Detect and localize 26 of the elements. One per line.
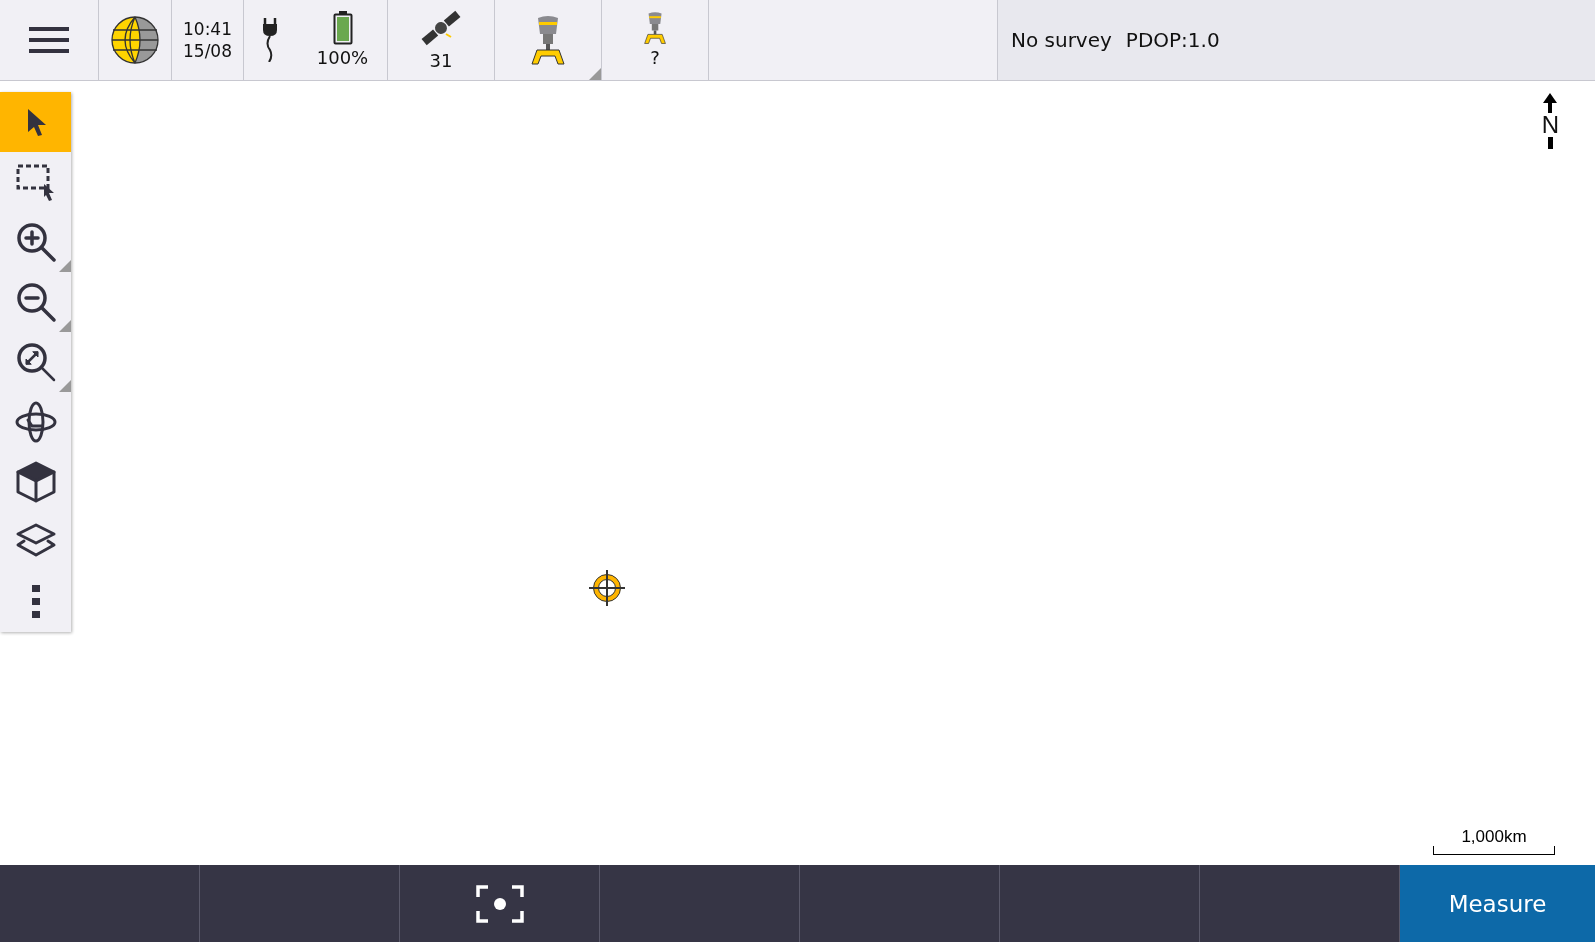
north-tail-icon [1547,137,1553,149]
rover-status: ? [650,47,660,69]
select-tool-button[interactable] [0,92,71,152]
satellite-count: 31 [429,50,453,72]
globe-icon[interactable] [111,16,159,64]
gnss-receiver-icon [531,14,565,66]
scale-label: 1,000km [1461,828,1527,848]
pdop-value: PDOP:1.0 [1125,28,1220,52]
more-icon [30,584,41,620]
orbit-icon [13,400,58,444]
menu-icon [29,26,69,54]
north-arrow-icon [1543,93,1558,113]
clock-date: 15/08 [183,41,232,62]
measure-button[interactable]: Measure [1400,865,1595,942]
submenu-corner-icon [59,260,71,272]
submenu-corner-icon [589,68,601,80]
north-label: N [1541,113,1559,137]
focus-icon [475,884,524,923]
rover-receiver-icon [643,11,667,46]
clock-time: 10:41 [183,18,232,39]
crosshair-icon [588,569,626,607]
battery-percent: 100% [316,47,369,69]
survey-status: No survey [1011,28,1112,52]
power-plug-icon [262,18,277,62]
submenu-corner-icon [59,380,71,392]
submenu-corner-icon [59,320,71,332]
